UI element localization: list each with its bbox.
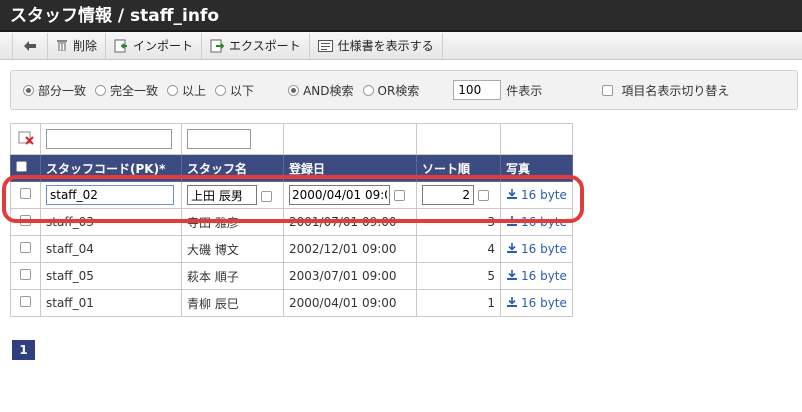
cell-date: 2001/07/01 09:00 xyxy=(283,208,417,236)
edit-name-null-checkbox[interactable] xyxy=(260,190,272,202)
cell-date: 2003/07/01 09:00 xyxy=(283,262,417,290)
radio-indicator xyxy=(215,84,227,96)
logic-or-radio[interactable]: OR検索 xyxy=(362,82,419,99)
document-icon xyxy=(317,39,333,52)
photo-download-link[interactable]: 16 byte xyxy=(506,269,567,284)
delete-button[interactable]: 削除 xyxy=(48,32,107,59)
import-label: インポート xyxy=(133,39,194,53)
row-checkbox[interactable] xyxy=(20,296,31,307)
toggle-field-names-label: 項目名表示切り替え xyxy=(621,83,730,98)
radio-indicator xyxy=(167,84,179,96)
edit-date-null-checkbox[interactable] xyxy=(393,190,405,201)
cell-code: staff_04 xyxy=(40,235,182,263)
column-header-sort[interactable]: ソート順 xyxy=(416,154,501,182)
match-exact-radio[interactable]: 完全一致 xyxy=(95,82,158,99)
download-icon xyxy=(506,242,518,257)
edit-sort-input[interactable] xyxy=(422,185,474,205)
match-gte-radio[interactable]: 以上 xyxy=(167,82,206,99)
header-row: スタッフコード(PK)* スタッフ名 登録日 ソート順 写真 xyxy=(10,154,573,182)
clear-filter-icon[interactable] xyxy=(18,131,34,145)
pagination-page-current[interactable]: 1 xyxy=(12,340,35,360)
cell-date: 2002/12/01 09:00 xyxy=(283,235,417,263)
edit-date-input[interactable] xyxy=(289,185,390,205)
export-button[interactable]: エクスポート xyxy=(202,32,310,59)
download-icon xyxy=(506,296,518,311)
cell-name: 青柳 辰巳 xyxy=(181,289,284,317)
photo-download-link[interactable]: 16 byte xyxy=(506,215,567,230)
row-checkbox[interactable] xyxy=(20,188,31,199)
cell-sort: 1 xyxy=(416,289,501,317)
filter-code-input[interactable] xyxy=(46,129,172,149)
cell-name: 萩本 順子 xyxy=(181,262,284,290)
column-header-date[interactable]: 登録日 xyxy=(283,154,417,182)
row-checkbox[interactable] xyxy=(20,242,31,253)
export-icon xyxy=(210,39,225,53)
arrow-left-icon xyxy=(23,40,37,52)
radio-indicator xyxy=(288,84,300,96)
table-row[interactable]: staff_01 青柳 辰巳 2000/04/01 09:00 1 16 byt… xyxy=(10,289,573,317)
cell-code: staff_01 xyxy=(40,289,182,317)
select-all-checkbox[interactable] xyxy=(16,161,27,172)
table-row[interactable]: staff_03 寺田 雅彦 2001/07/01 09:00 3 16 byt… xyxy=(10,208,573,236)
photo-download-link[interactable]: 16 byte xyxy=(506,242,567,257)
edit-name-input[interactable] xyxy=(187,185,257,205)
download-icon xyxy=(506,269,518,284)
display-count-input[interactable] xyxy=(453,80,502,100)
back-button[interactable] xyxy=(12,32,48,59)
cell-sort: 3 xyxy=(416,208,501,236)
column-header-name[interactable]: スタッフ名 xyxy=(181,154,284,182)
download-icon xyxy=(506,215,518,230)
match-partial-radio[interactable]: 部分一致 xyxy=(23,82,86,99)
download-icon xyxy=(506,188,518,203)
display-count-label: 件表示 xyxy=(506,83,543,98)
filter-row xyxy=(10,123,573,155)
cell-sort: 5 xyxy=(416,262,501,290)
photo-download-link[interactable]: 16 byte xyxy=(506,296,567,311)
column-header-photo[interactable]: 写真 xyxy=(500,154,573,182)
cell-name: 大磯 博文 xyxy=(181,235,284,263)
trash-icon xyxy=(56,39,68,52)
match-lte-radio[interactable]: 以下 xyxy=(215,82,254,99)
logic-and-radio[interactable]: AND検索 xyxy=(288,82,354,99)
cell-code: staff_03 xyxy=(40,208,182,236)
filter-name-input[interactable] xyxy=(187,129,251,149)
toolbar: 削除 インポート エクスポート 仕様書を表示する xyxy=(0,32,802,60)
cell-name: 寺田 雅彦 xyxy=(181,208,284,236)
photo-download-link[interactable]: 16 byte xyxy=(506,188,567,203)
cell-code: staff_05 xyxy=(40,262,182,290)
export-label: エクスポート xyxy=(229,39,301,53)
title-bar: スタッフ情報 / staff_info xyxy=(0,0,802,32)
table-row[interactable]: staff_04 大磯 博文 2002/12/01 09:00 4 16 byt… xyxy=(10,235,573,263)
import-button[interactable]: インポート xyxy=(106,32,203,59)
edit-sort-null-checkbox[interactable] xyxy=(477,190,489,201)
data-table: スタッフコード(PK)* スタッフ名 登録日 ソート順 写真 16 byte s… xyxy=(10,123,573,317)
radio-indicator xyxy=(362,84,374,96)
search-panel: 部分一致 完全一致 以上 以下 AND検索 OR検索 件表示 項目名表示切り替え xyxy=(10,70,798,110)
cell-sort: 4 xyxy=(416,235,501,263)
import-icon xyxy=(114,39,128,53)
show-spec-button[interactable]: 仕様書を表示する xyxy=(310,32,443,59)
table-row-editing: 16 byte xyxy=(10,181,573,209)
show-spec-label: 仕様書を表示する xyxy=(337,39,434,53)
radio-indicator xyxy=(95,84,107,96)
edit-code-input[interactable] xyxy=(46,185,174,205)
row-checkbox[interactable] xyxy=(20,269,31,280)
toggle-field-names-checkbox[interactable] xyxy=(602,84,614,96)
radio-indicator xyxy=(23,84,34,96)
cell-date: 2000/04/01 09:00 xyxy=(283,289,417,317)
page-title: スタッフ情報 / staff_info xyxy=(10,6,220,26)
row-checkbox[interactable] xyxy=(20,215,31,226)
table-row[interactable]: staff_05 萩本 順子 2003/07/01 09:00 5 16 byt… xyxy=(10,262,573,290)
column-header-code[interactable]: スタッフコード(PK)* xyxy=(40,154,182,182)
delete-label: 削除 xyxy=(73,39,98,53)
